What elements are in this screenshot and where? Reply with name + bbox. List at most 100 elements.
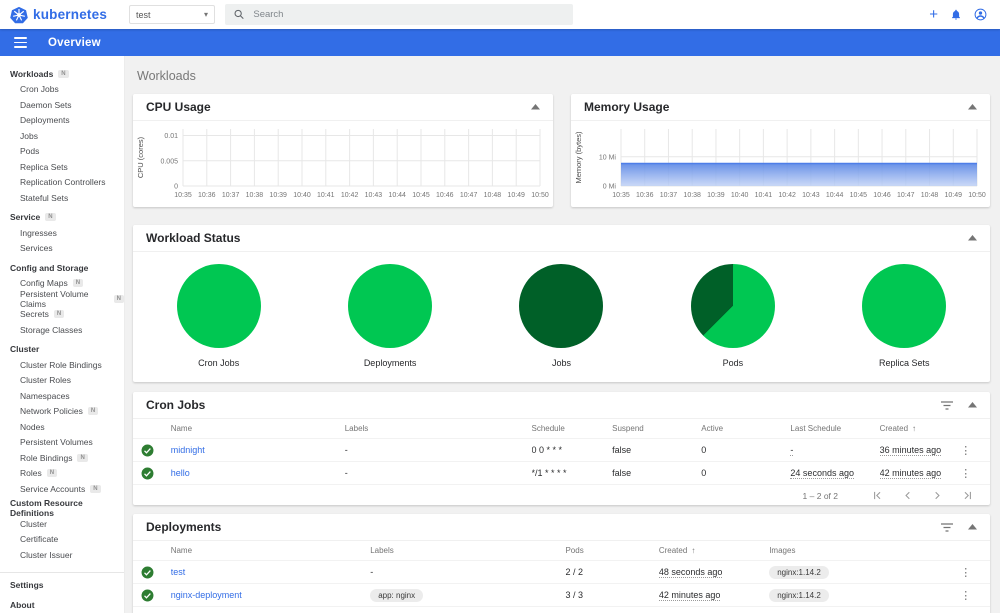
table-header-row: Name Labels Schedule Suspend Active Last Sche… xyxy=(133,419,990,439)
sidebar-item-persistent-volume-claims[interactable]: Persistent Volume Claims N xyxy=(0,288,124,309)
last-page-icon[interactable] xyxy=(952,489,982,502)
cpu-usage-card: CPU Usage 10:35 10:36 10:37 10:38 10:39 10:40… xyxy=(133,94,553,207)
cron-jobs-table: Name Labels Schedule Suspend Active Last Sche… xyxy=(133,419,990,506)
row-cell-status xyxy=(141,444,171,457)
cell-text: 0 xyxy=(701,468,707,478)
svg-text:0.005: 0.005 xyxy=(160,158,178,165)
memory-usage-chart: 10:35 10:36 10:37 10:38 10:39 10:40 10:41 10:42… xyxy=(571,121,990,206)
sidebar-item-label: Namespaces xyxy=(20,390,70,401)
kebab-menu-icon[interactable]: ⋮ xyxy=(960,444,971,457)
row-cell-time: 48 seconds ago xyxy=(658,567,769,578)
sidebar-item-storage-classes[interactable]: Storage Classes xyxy=(0,322,124,338)
next-page-icon[interactable] xyxy=(922,489,952,502)
row-cell-status xyxy=(141,566,171,579)
column-header-name[interactable]: Name xyxy=(171,546,371,555)
create-resource-button[interactable]: + xyxy=(929,7,938,22)
sidebar-divider xyxy=(0,571,124,573)
column-header-name[interactable]: Name xyxy=(171,424,345,433)
sidebar-item-jobs[interactable]: Jobs xyxy=(0,128,124,144)
first-page-icon[interactable] xyxy=(862,489,892,502)
filter-list-icon[interactable] xyxy=(941,400,953,410)
svg-text:10 Mi: 10 Mi xyxy=(599,154,617,161)
sidebar-item-certificate[interactable]: Certificate xyxy=(0,532,124,548)
search-bar[interactable] xyxy=(225,4,573,25)
namespace-selector[interactable]: test ▾ xyxy=(129,5,215,24)
sidebar-item-persistent-volumes[interactable]: Persistent Volumes xyxy=(0,435,124,451)
sidebar-group-workloads[interactable]: Workloads N xyxy=(0,66,124,82)
sidebar-item-settings[interactable]: Settings xyxy=(0,578,124,594)
row-cell-name: test xyxy=(171,567,371,577)
sidebar-item-about[interactable]: About xyxy=(0,597,124,613)
sidebar-item-network-policies[interactable]: Network Policies N xyxy=(0,404,124,420)
menu-icon[interactable] xyxy=(14,37,27,48)
kebab-menu-icon[interactable]: ⋮ xyxy=(960,566,971,579)
sidebar-item-cluster-role-bindings[interactable]: Cluster Role Bindings xyxy=(0,357,124,373)
sidebar-item-role-bindings[interactable]: Role Bindings N xyxy=(0,450,124,466)
resource-link[interactable]: test xyxy=(171,567,186,577)
namespaced-badge: N xyxy=(58,69,69,78)
sidebar-item-deployments[interactable]: Deployments xyxy=(0,113,124,129)
column-header-labels[interactable]: Labels xyxy=(345,424,532,433)
sort-ascending-icon: ↑ xyxy=(912,424,917,433)
row-cell-time: 42 minutes ago xyxy=(658,590,769,601)
kubernetes-logo-icon xyxy=(10,6,28,23)
column-header-created[interactable]: Created ↑ xyxy=(659,546,769,555)
sidebar-item-label: Cluster Roles xyxy=(20,375,72,386)
sidebar-item-label: Cluster Issuer xyxy=(20,549,73,560)
sidebar-item-pods[interactable]: Pods xyxy=(0,144,124,160)
collapse-up-icon[interactable] xyxy=(968,402,977,408)
sidebar-item-cluster[interactable]: Cluster xyxy=(0,516,124,532)
collapse-up-icon[interactable] xyxy=(968,235,977,241)
sidebar-item-namespaces[interactable]: Namespaces xyxy=(0,388,124,404)
sidebar-item-cluster-roles[interactable]: Cluster Roles xyxy=(0,373,124,389)
resource-link[interactable]: nginx-deployment xyxy=(171,590,242,600)
kebab-menu-icon[interactable]: ⋮ xyxy=(960,589,971,602)
row-cell: false xyxy=(612,445,701,455)
filter-list-icon[interactable] xyxy=(941,522,953,532)
svg-text:10:35: 10:35 xyxy=(612,192,630,199)
sidebar-item-secrets[interactable]: Secrets N xyxy=(0,307,124,323)
collapse-up-icon[interactable] xyxy=(968,104,977,110)
sidebar-item-stateful-sets[interactable]: Stateful Sets xyxy=(0,190,124,206)
sidebar-group-cluster[interactable]: Cluster xyxy=(0,342,124,358)
collapse-up-icon[interactable] xyxy=(968,524,977,530)
column-header-labels[interactable]: Labels xyxy=(370,546,565,555)
sidebar-item-replica-sets[interactable]: Replica Sets xyxy=(0,159,124,175)
column-header-suspend[interactable]: Suspend xyxy=(612,424,701,433)
row-cell-status xyxy=(141,467,171,480)
sidebar-item-roles[interactable]: Roles N xyxy=(0,466,124,482)
namespaced-badge: N xyxy=(46,469,58,478)
column-header-last-schedule[interactable]: Last Schedule xyxy=(790,424,879,433)
account-button[interactable] xyxy=(974,8,987,21)
notifications-button[interactable] xyxy=(950,8,962,21)
sidebar-item-service-accounts[interactable]: Service Accounts N xyxy=(0,481,124,497)
column-header-active[interactable]: Active xyxy=(701,424,790,433)
sidebar-item-replication-controllers[interactable]: Replication Controllers xyxy=(0,175,124,191)
sidebar-item-cluster-issuer[interactable]: Cluster Issuer xyxy=(0,547,124,563)
resource-link[interactable]: hello xyxy=(171,468,190,478)
row-cell-chip: nginx:1.14.2 xyxy=(769,565,960,579)
sidebar-group-config-and-storage[interactable]: Config and Storage xyxy=(0,260,124,276)
sidebar-group-service[interactable]: Service N xyxy=(0,210,124,226)
sidebar-item-label: Ingresses xyxy=(20,227,57,238)
column-header-created[interactable]: Created ↑ xyxy=(880,424,961,433)
sidebar-group-custom-resource-definitions[interactable]: Custom Resource Definitions xyxy=(0,498,124,518)
cpu-plot: 10:35 10:36 10:37 10:38 10:39 10:40 10:41 10:42… xyxy=(136,129,549,199)
collapse-up-icon[interactable] xyxy=(531,104,540,110)
kubernetes-logo[interactable]: kubernetes xyxy=(10,6,122,24)
sidebar-item-daemon-sets[interactable]: Daemon Sets xyxy=(0,97,124,113)
search-input[interactable] xyxy=(253,9,564,20)
resource-link[interactable]: midnight xyxy=(171,445,205,455)
sidebar-item-label: Persistent Volume Claims xyxy=(20,288,89,309)
row-cell-name: midnight xyxy=(171,445,345,455)
sidebar-item-ingresses[interactable]: Ingresses xyxy=(0,225,124,241)
sidebar-item-nodes[interactable]: Nodes xyxy=(0,419,124,435)
previous-page-icon[interactable] xyxy=(892,489,922,502)
row-cell-chip: app: nginx xyxy=(370,588,565,602)
column-header-images[interactable]: Images xyxy=(769,546,960,555)
kebab-menu-icon[interactable]: ⋮ xyxy=(960,467,971,480)
column-header-schedule[interactable]: Schedule xyxy=(532,424,613,433)
sidebar-item-cron-jobs[interactable]: Cron Jobs xyxy=(0,82,124,98)
sidebar-item-services[interactable]: Services xyxy=(0,241,124,257)
column-header-pods[interactable]: Pods xyxy=(565,546,658,555)
